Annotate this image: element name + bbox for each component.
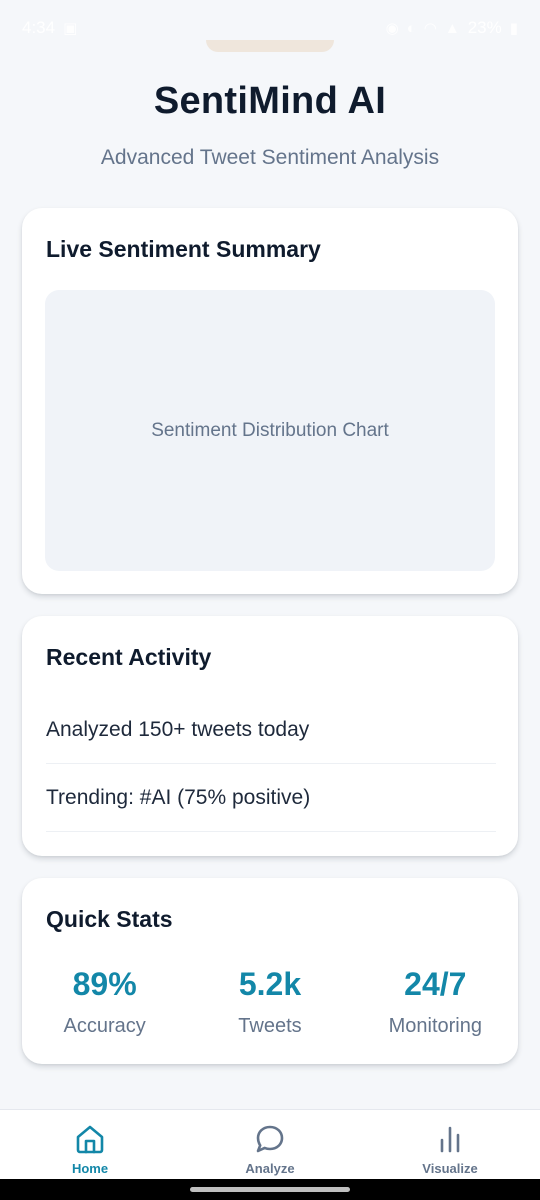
battery-icon: ▮	[509, 20, 518, 37]
nav-analyze-label: Analyze	[245, 1161, 295, 1176]
nav-home[interactable]: Home	[30, 1110, 150, 1179]
app-screen: 4:34 ▣ ◉ ◐ ◠ ▲ 23% ▮ SentiMind AI Advanc…	[0, 0, 540, 1200]
signal-icon: ▲	[444, 19, 460, 37]
recent-activity-card: Recent Activity Analyzed 150+ tweets tod…	[22, 616, 518, 856]
stat-label: Tweets	[238, 1015, 302, 1037]
stat-label: Accuracy	[63, 1015, 146, 1037]
sentiment-chart-placeholder: Sentiment Distribution Chart	[45, 290, 495, 571]
recent-activity-title: Recent Activity	[46, 644, 212, 670]
header-decoration	[206, 40, 334, 52]
gesture-handle[interactable]	[190, 1187, 350, 1192]
stat-label: Monitoring	[388, 1015, 482, 1037]
stat-value: 89%	[72, 966, 137, 1002]
home-icon	[73, 1122, 107, 1156]
mute-icon: ◐	[406, 19, 416, 37]
stat-accuracy: 89% Accuracy	[30, 966, 180, 1038]
stat-value: 5.2k	[238, 966, 302, 1002]
system-gesture-bar	[0, 1179, 540, 1200]
nav-visualize-label: Visualize	[422, 1161, 478, 1176]
bar-chart-icon	[433, 1122, 467, 1156]
quick-stats-title: Quick Stats	[46, 906, 173, 932]
nav-visualize[interactable]: Visualize	[390, 1110, 510, 1179]
stat-value: 24/7	[404, 966, 467, 1002]
quick-stats-card: Quick Stats 89% Accuracy 5.2k Tweets 24/…	[22, 878, 518, 1064]
nav-analyze[interactable]: Analyze	[210, 1110, 330, 1179]
status-time: 4:34	[22, 18, 56, 37]
wifi-icon: ◠	[423, 20, 437, 37]
image-notification-icon: ▣	[63, 20, 78, 37]
activity-item: Trending: #AI (75% positive)	[46, 764, 496, 832]
activity-item: Analyzed 150+ tweets today	[46, 696, 496, 764]
battery-percent: 23%	[467, 18, 502, 37]
stat-monitoring: 24/7 Monitoring	[360, 966, 510, 1038]
status-right: ◉ ◐ ◠ ▲ 23% ▮	[386, 18, 518, 38]
stat-tweets: 5.2k Tweets	[195, 966, 345, 1038]
stats-row: 89% Accuracy 5.2k Tweets 24/7 Monitoring	[22, 966, 518, 1038]
sentiment-summary-title: Live Sentiment Summary	[46, 236, 321, 262]
chat-bubble-icon	[253, 1122, 287, 1156]
bottom-nav: Home Analyze Visualize	[0, 1109, 540, 1179]
alarm-icon: ◉	[385, 20, 399, 37]
status-left: 4:34 ▣	[22, 18, 77, 38]
app-subtitle: Advanced Tweet Sentiment Analysis	[100, 146, 440, 169]
activity-list: Analyzed 150+ tweets today Trending: #AI…	[46, 696, 496, 832]
app-title: SentiMind AI	[153, 80, 387, 122]
sentiment-summary-card: Live Sentiment Summary Sentiment Distrib…	[22, 208, 518, 594]
nav-home-label: Home	[71, 1161, 109, 1176]
